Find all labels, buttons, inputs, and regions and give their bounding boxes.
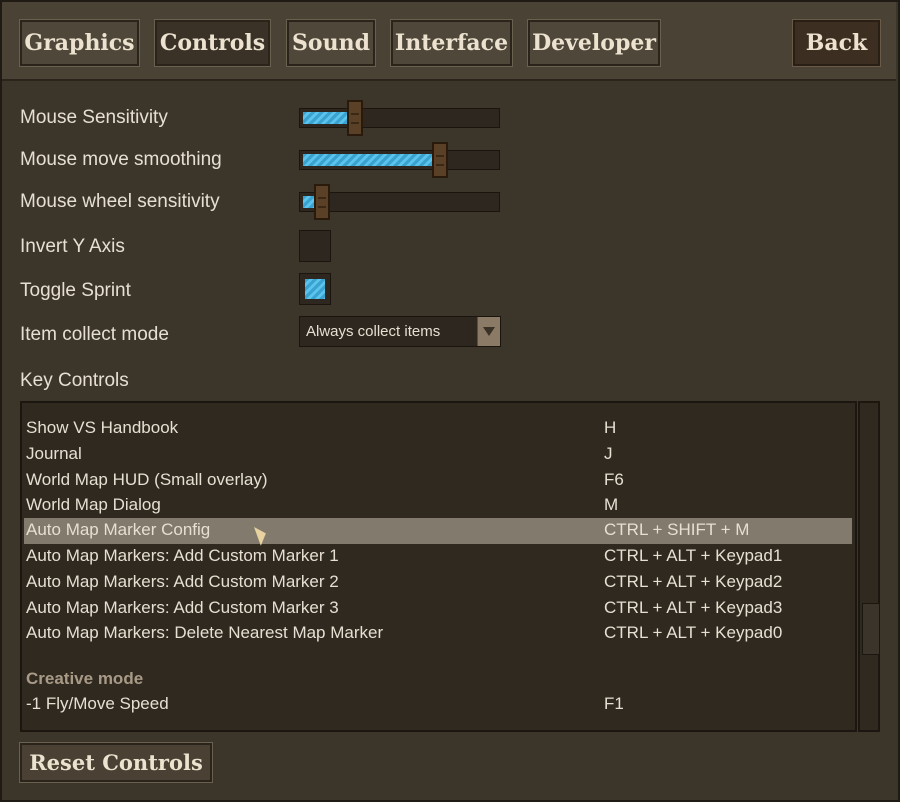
tab-graphics[interactable]: Graphics (19, 19, 140, 67)
invert-y-axis-label: Invert Y Axis (20, 236, 125, 257)
list-item[interactable]: Auto Map Markers: Add Custom Marker 2 CT… (24, 570, 852, 596)
keybind-name: Auto Map Markers: Delete Nearest Map Mar… (26, 623, 384, 642)
list-item[interactable]: Auto Map Markers: Delete Nearest Map Mar… (24, 621, 852, 647)
mouse-move-smoothing-slider[interactable] (299, 142, 500, 178)
list-item[interactable]: World Map Dialog M (24, 493, 852, 519)
list-item[interactable]: Auto Map Markers: Add Custom Marker 3 CT… (24, 596, 852, 622)
list-item[interactable]: Show VS Handbook H (24, 416, 852, 442)
item-collect-mode-label: Item collect mode (20, 324, 169, 345)
keybind-name: Auto Map Markers: Add Custom Marker 3 (26, 598, 339, 617)
slider-handle[interactable] (314, 184, 330, 220)
mouse-wheel-sensitivity-slider[interactable] (299, 184, 500, 220)
list-item[interactable]: Journal J (24, 442, 852, 468)
checkbox-mark (305, 279, 325, 299)
keybind-keys: CTRL + SHIFT + M (604, 520, 750, 539)
dropdown-value: Always collect items (306, 323, 441, 340)
keybind-keys: CTRL + ALT + Keypad1 (604, 546, 783, 565)
keybind-keys: F6 (604, 470, 624, 489)
list-item[interactable]: -1 Fly/Move Speed F1 (24, 692, 852, 718)
slider-handle[interactable] (432, 142, 448, 178)
mouse-sensitivity-slider[interactable] (299, 100, 500, 136)
slider-handle[interactable] (347, 100, 363, 136)
list-item[interactable]: Auto Map Markers: Add Custom Marker 1 CT… (24, 544, 852, 570)
toggle-sprint-label: Toggle Sprint (20, 280, 131, 301)
item-collect-mode-dropdown[interactable]: Always collect items (299, 316, 501, 347)
key-controls-scrollbar[interactable] (858, 401, 880, 732)
keybind-keys: H (604, 418, 617, 437)
toggle-sprint-checkbox[interactable] (299, 273, 331, 305)
mouse-move-smoothing-label: Mouse move smoothing (20, 149, 222, 170)
back-button[interactable]: Back (792, 19, 881, 67)
tab-interface[interactable]: Interface (390, 19, 513, 67)
section-heading-creative: Creative mode (26, 669, 144, 688)
keybind-keys: M (604, 495, 619, 514)
keybind-keys: CTRL + ALT + Keypad2 (604, 572, 783, 591)
reset-controls-button[interactable]: Reset Controls (19, 742, 213, 783)
tab-controls[interactable]: Controls (154, 19, 271, 67)
list-item-selected[interactable]: Auto Map Marker Config CTRL + SHIFT + M (24, 518, 852, 544)
keybind-name: Show VS Handbook (26, 418, 179, 437)
keybind-keys: CTRL + ALT + Keypad0 (604, 623, 783, 642)
scrollbar-thumb[interactable] (862, 603, 880, 655)
mouse-wheel-sensitivity-label: Mouse wheel sensitivity (20, 191, 220, 212)
keybind-name: Auto Map Markers: Add Custom Marker 1 (26, 546, 339, 565)
keybind-keys: F1 (604, 694, 624, 713)
invert-y-axis-checkbox[interactable] (299, 230, 331, 262)
keybind-keys: CTRL + ALT + Keypad3 (604, 598, 783, 617)
list-item[interactable]: World Map HUD (Small overlay) F6 (24, 468, 852, 494)
keybind-name: World Map Dialog (26, 495, 161, 514)
tab-sound[interactable]: Sound (286, 19, 376, 67)
tab-developer[interactable]: Developer (527, 19, 661, 67)
key-controls-heading: Key Controls (20, 370, 129, 391)
keybind-name: Auto Map Markers: Add Custom Marker 2 (26, 572, 339, 591)
keybind-name: Journal (26, 444, 82, 463)
key-controls-list[interactable]: Show VS Handbook H Journal J World Map H… (20, 401, 857, 732)
slider-fill (303, 154, 440, 166)
keybind-name: Auto Map Marker Config (26, 520, 211, 539)
keybind-name: World Map HUD (Small overlay) (26, 470, 268, 489)
keybind-name: -1 Fly/Move Speed (26, 694, 169, 713)
mouse-sensitivity-label: Mouse Sensitivity (20, 107, 168, 128)
keybind-keys: J (604, 444, 613, 463)
chevron-down-icon[interactable] (477, 317, 500, 346)
